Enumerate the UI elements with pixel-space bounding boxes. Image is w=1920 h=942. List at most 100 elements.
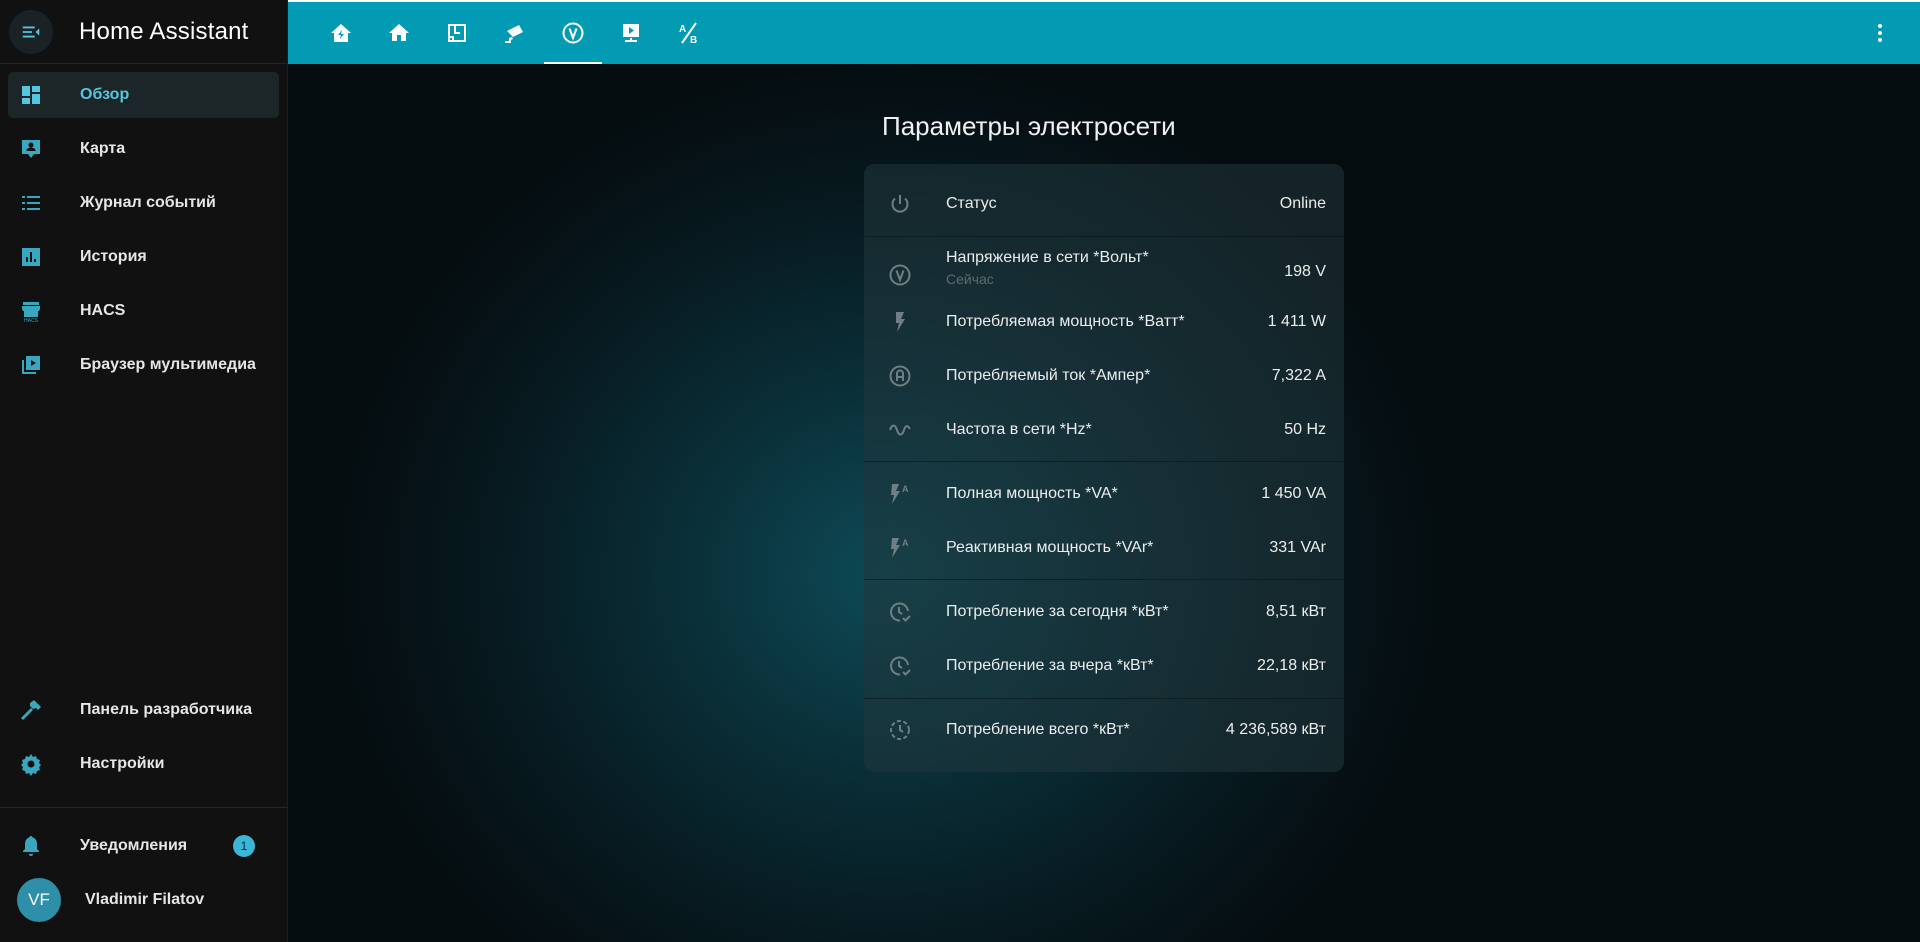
sidebar-user-section: Уведомления 1 VF Vladimir Filatov <box>0 823 287 931</box>
card-title: Параметры электросети <box>882 111 1176 141</box>
sidebar-item-logbook[interactable]: Журнал событий <box>8 180 279 226</box>
entity-value: 1 411 W <box>1267 313 1326 330</box>
more-options-button[interactable] <box>1868 21 1892 45</box>
entity-secondary-info: Сейчас <box>946 271 994 287</box>
group-divider <box>864 698 1344 699</box>
entity-name: Потребление за вчера *кВт* <box>946 657 1154 674</box>
flash-a-icon: A <box>888 536 912 560</box>
user-name: Vladimir Filatov <box>85 891 205 908</box>
sidebar-bottom-nav: Панель разработчика Настройки <box>0 687 287 795</box>
entity-name: Частота в сети *Hz* <box>946 421 1092 438</box>
sidebar-item-label: Журнал событий <box>80 194 216 211</box>
flash-icon <box>888 310 912 334</box>
sidebar-item-label: Браузер мультимедиа <box>80 356 256 373</box>
sidebar-item-profile[interactable]: VF Vladimir Filatov <box>8 877 279 923</box>
sidebar-divider <box>0 807 287 808</box>
sidebar-item-label: Настройки <box>80 755 165 772</box>
hammer-icon <box>19 698 43 722</box>
home-lightning-icon <box>331 24 351 42</box>
voltage-v-circle-icon <box>888 263 912 287</box>
current-a-circle-icon <box>888 364 912 388</box>
entity-value: 7,322 A <box>1271 367 1326 384</box>
sidebar-item-label: Уведомления <box>80 837 188 854</box>
view-tabs: AB <box>312 2 718 64</box>
sidebar-item-label: Панель разработчика <box>80 701 253 718</box>
clock-dashed-icon <box>888 718 912 742</box>
entity-name: Напряжение в сети *Вольт* <box>946 249 1149 266</box>
entity-value: 8,51 кВт <box>1265 603 1326 620</box>
svg-text:A: A <box>902 484 909 494</box>
tab-home-energy[interactable] <box>312 2 370 64</box>
monitor-play-icon <box>623 24 639 42</box>
tab-floor-plan[interactable] <box>428 2 486 64</box>
sidebar-item-notifications[interactable]: Уведомления 1 <box>8 823 279 869</box>
home-icon <box>389 24 409 41</box>
group-divider <box>864 579 1344 580</box>
entity-row-consumption-total[interactable]: Потребление всего *кВт* 4 236,589 кВт <box>864 710 1344 750</box>
tab-grid-parameters[interactable] <box>544 2 602 64</box>
history-chart-icon <box>19 245 43 269</box>
sidebar-item-overview[interactable]: Обзор <box>8 72 279 118</box>
sidebar-nav: Обзор Карта Журнал событий История HACS … <box>0 64 287 388</box>
hacs-icon: HACS <box>19 299 43 323</box>
menu-toggle-button[interactable] <box>9 9 53 54</box>
sidebar-item-map[interactable]: Карта <box>8 126 279 172</box>
bell-icon <box>19 834 43 858</box>
sidebar-item-label: HACS <box>80 302 126 319</box>
notification-count-badge: 1 <box>233 835 255 857</box>
entity-value: 50 Hz <box>1284 421 1326 438</box>
sidebar-item-history[interactable]: История <box>8 234 279 280</box>
entity-value: 22,18 кВт <box>1257 657 1326 674</box>
tab-media[interactable] <box>602 2 660 64</box>
sidebar-item-settings[interactable]: Настройки <box>8 741 279 787</box>
group-divider <box>864 461 1344 462</box>
entity-row-status[interactable]: Статус Online <box>864 184 1344 224</box>
entity-row-consumption-yesterday[interactable]: Потребление за вчера *кВт* 22,18 кВт <box>864 646 1344 686</box>
sidebar-item-label: Обзор <box>80 86 130 103</box>
entity-name: Статус <box>946 195 997 212</box>
svg-text:B: B <box>690 35 697 45</box>
entity-row-voltage[interactable]: Напряжение в сети *Вольт* Сейчас 198 V <box>864 247 1344 287</box>
sidebar-item-label: Карта <box>80 140 126 157</box>
entity-row-current[interactable]: Потребляемый ток *Ампер* 7,322 A <box>864 356 1344 396</box>
sidebar-item-hacs[interactable]: HACS HACS <box>8 288 279 334</box>
entity-value: 4 236,589 кВт <box>1225 721 1326 738</box>
entity-value: 198 V <box>1284 263 1326 280</box>
entity-row-consumption-today[interactable]: Потребление за сегодня *кВт* 8,51 кВт <box>864 592 1344 632</box>
main-content: Параметры электросети Статус Online Напр… <box>288 64 1920 942</box>
entity-name: Реактивная мощность *VAr* <box>946 539 1154 556</box>
tab-home[interactable] <box>370 2 428 64</box>
sidebar-item-media-browser[interactable]: Браузер мультимедиа <box>8 342 279 388</box>
svg-text:HACS: HACS <box>24 318 39 323</box>
sidebar-item-label: История <box>80 248 147 265</box>
flash-a-icon: A <box>888 482 912 506</box>
entity-row-power[interactable]: Потребляемая мощность *Ватт* 1 411 W <box>864 302 1344 342</box>
entity-row-reactive-power[interactable]: A Реактивная мощность *VAr* 331 VAr <box>864 528 1344 568</box>
map-account-icon <box>19 137 43 161</box>
entity-name: Потребляемый ток *Ампер* <box>946 367 1151 384</box>
top-app-bar: AB <box>288 0 1920 64</box>
app-title: Home Assistant <box>79 17 249 45</box>
svg-text:A: A <box>902 538 909 548</box>
entity-name: Потребление за сегодня *кВт* <box>946 603 1169 620</box>
floor-plan-icon <box>448 24 466 42</box>
dots-vertical-icon <box>1878 24 1882 42</box>
entity-row-frequency[interactable]: Частота в сети *Hz* 50 Hz <box>864 410 1344 450</box>
entity-value: 1 450 VA <box>1261 485 1326 502</box>
sidebar-item-developer-tools[interactable]: Панель разработчика <box>8 687 279 733</box>
clock-check-icon <box>888 654 912 678</box>
media-browser-icon <box>19 353 43 377</box>
entity-value: Online <box>1279 195 1326 212</box>
tab-ab[interactable]: AB <box>660 2 718 64</box>
sine-wave-icon <box>888 418 912 442</box>
entity-name: Потребление всего *кВт* <box>946 721 1130 738</box>
entities-card: Статус Online Напряжение в сети *Вольт* … <box>864 164 1344 772</box>
tab-cctv[interactable] <box>486 2 544 64</box>
sidebar-header: Home Assistant <box>0 0 287 64</box>
entity-value: 331 VAr <box>1269 539 1326 556</box>
power-icon <box>888 192 912 216</box>
gear-icon <box>19 752 43 776</box>
entity-row-apparent-power[interactable]: A Полная мощность *VA* 1 450 VA <box>864 474 1344 514</box>
logbook-list-icon <box>19 191 43 215</box>
clock-check-icon <box>888 600 912 624</box>
